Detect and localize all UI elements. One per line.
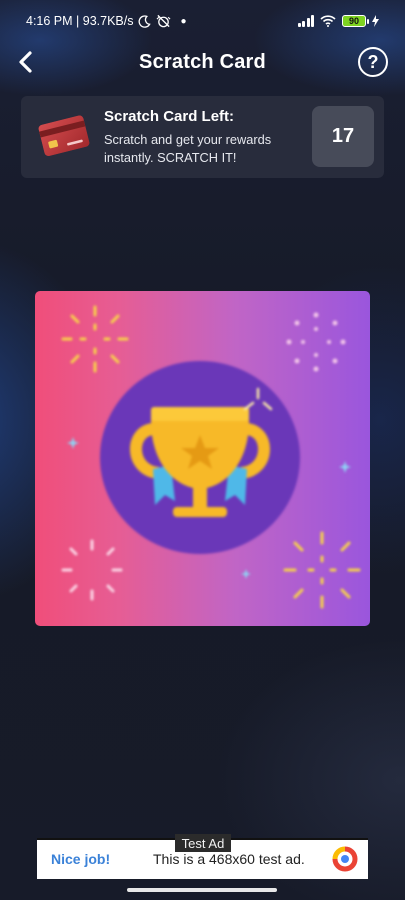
battery-icon: 90 <box>342 15 369 27</box>
help-icon: ? <box>367 51 379 72</box>
wifi-icon <box>320 15 336 27</box>
shine-icon <box>243 387 273 411</box>
info-title: Scratch Card Left: <box>104 108 235 125</box>
help-button[interactable]: ? <box>358 47 388 77</box>
status-left: 4:16 PM | 93.7KB/s ● <box>26 14 187 28</box>
status-bar: 4:16 PM | 93.7KB/s ● 90 <box>0 0 405 42</box>
ad-logo-icon <box>332 846 358 872</box>
scratch-card[interactable] <box>35 291 370 626</box>
firework-icon <box>61 305 129 373</box>
ad-nice-job-text: Nice job! <box>51 851 111 867</box>
status-time-speed: 4:16 PM | 93.7KB/s <box>26 14 134 28</box>
status-right: 90 <box>297 15 379 27</box>
signal-icon <box>297 15 314 27</box>
app-header: Scratch Card ? <box>0 42 405 82</box>
notification-dot-icon: ● <box>180 15 187 27</box>
firework-icon <box>286 312 346 372</box>
trophy-icon <box>130 407 270 517</box>
credit-card-icon <box>38 115 90 156</box>
charging-bolt-icon <box>372 15 379 27</box>
firework-icon <box>61 539 123 601</box>
scratch-cards-left-panel: Scratch Card Left: Scratch and get your … <box>21 96 384 178</box>
alarm-off-icon <box>157 14 171 28</box>
test-ad-label: Test Ad <box>175 834 231 852</box>
moon-icon <box>139 14 152 28</box>
sparkle-icon <box>241 569 251 579</box>
back-button[interactable] <box>10 46 40 78</box>
page-title: Scratch Card <box>139 50 266 73</box>
ad-text: This is a 468x60 test ad. <box>153 851 305 867</box>
sparkle-icon <box>67 437 79 449</box>
home-indicator[interactable] <box>127 888 277 892</box>
scratch-card-artwork <box>35 291 370 626</box>
sparkle-icon <box>339 461 351 473</box>
scratch-cards-count: 17 <box>312 106 374 167</box>
firework-icon <box>283 531 361 609</box>
info-description: Scratch and get your rewards instantly. … <box>104 132 272 165</box>
battery-level: 90 <box>348 16 359 26</box>
chevron-left-icon <box>19 51 32 73</box>
